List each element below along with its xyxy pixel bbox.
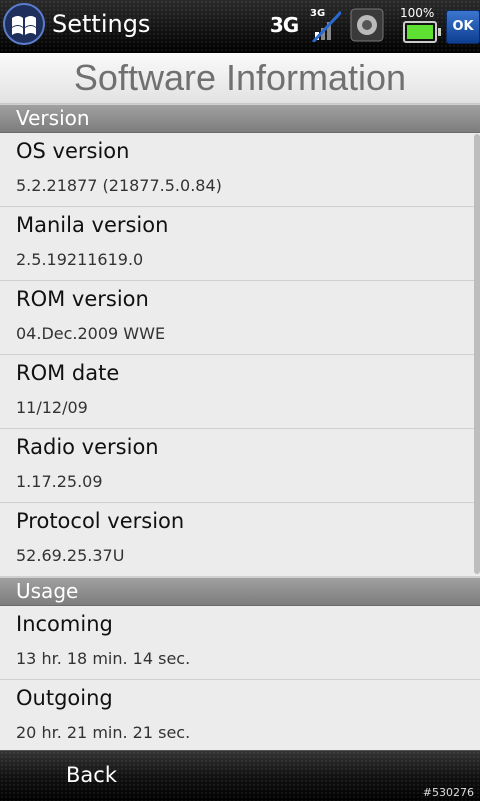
settings-list[interactable]: Version OS version 5.2.21877 (21877.5.0.… (0, 104, 480, 750)
item-label: ROM version (16, 287, 149, 311)
item-value: 13 hr. 18 min. 14 sec. (16, 649, 191, 668)
item-value: 04.Dec.2009 WWE (16, 324, 166, 343)
list-item-manila-version[interactable]: Manila version 2.5.19211619.0 (0, 207, 480, 281)
battery-fill (407, 25, 433, 39)
list-item-protocol-version[interactable]: Protocol version 52.69.25.37U (0, 503, 480, 577)
item-label: Incoming (16, 612, 113, 636)
item-label: ROM date (16, 361, 120, 385)
back-button[interactable]: Back (66, 763, 117, 787)
list-item-incoming[interactable]: Incoming 13 hr. 18 min. 14 sec. (0, 606, 480, 680)
signal-network-label: 3G (310, 8, 326, 19)
status-bar: Settings 3G 3G 100% OK (0, 0, 480, 53)
battery-terminal (438, 28, 441, 36)
battery-icon[interactable] (403, 21, 441, 43)
item-value: 1.17.25.09 (16, 472, 103, 491)
section-header-usage: Usage (0, 577, 480, 606)
list-item-rom-version[interactable]: ROM version 04.Dec.2009 WWE (0, 281, 480, 355)
network-type-indicator: 3G (269, 13, 299, 37)
windows-start-icon[interactable] (0, 0, 48, 48)
item-value: 20 hr. 21 min. 21 sec. (16, 723, 191, 742)
watermark: #530276 (422, 786, 474, 799)
list-item-radio-version[interactable]: Radio version 1.17.25.09 (0, 429, 480, 503)
item-label: Manila version (16, 213, 169, 237)
item-label: OS version (16, 139, 130, 163)
item-label: Outgoing (16, 686, 113, 710)
item-value: 52.69.25.37U (16, 546, 125, 565)
list-item-os-version[interactable]: OS version 5.2.21877 (21877.5.0.84) (0, 133, 480, 207)
sync-icon[interactable] (350, 8, 384, 42)
page-title-bar: Software Information (0, 53, 480, 104)
ok-button[interactable]: OK (446, 10, 480, 44)
scrollbar[interactable] (474, 134, 480, 574)
bottom-bar: Back #530276 (0, 750, 480, 801)
signal-icon[interactable]: 3G (307, 8, 343, 44)
item-value: 2.5.19211619.0 (16, 250, 144, 269)
item-value: 11/12/09 (16, 398, 88, 417)
item-label: Radio version (16, 435, 159, 459)
section-header-version: Version (0, 104, 480, 133)
page-title: Software Information (73, 57, 407, 98)
list-item-outgoing[interactable]: Outgoing 20 hr. 21 min. 21 sec. (0, 680, 480, 750)
battery-percent: 100% (400, 6, 435, 20)
list-item-rom-date[interactable]: ROM date 11/12/09 (0, 355, 480, 429)
app-title: Settings (52, 10, 151, 38)
item-value: 5.2.21877 (21877.5.0.84) (16, 176, 222, 195)
item-label: Protocol version (16, 509, 185, 533)
